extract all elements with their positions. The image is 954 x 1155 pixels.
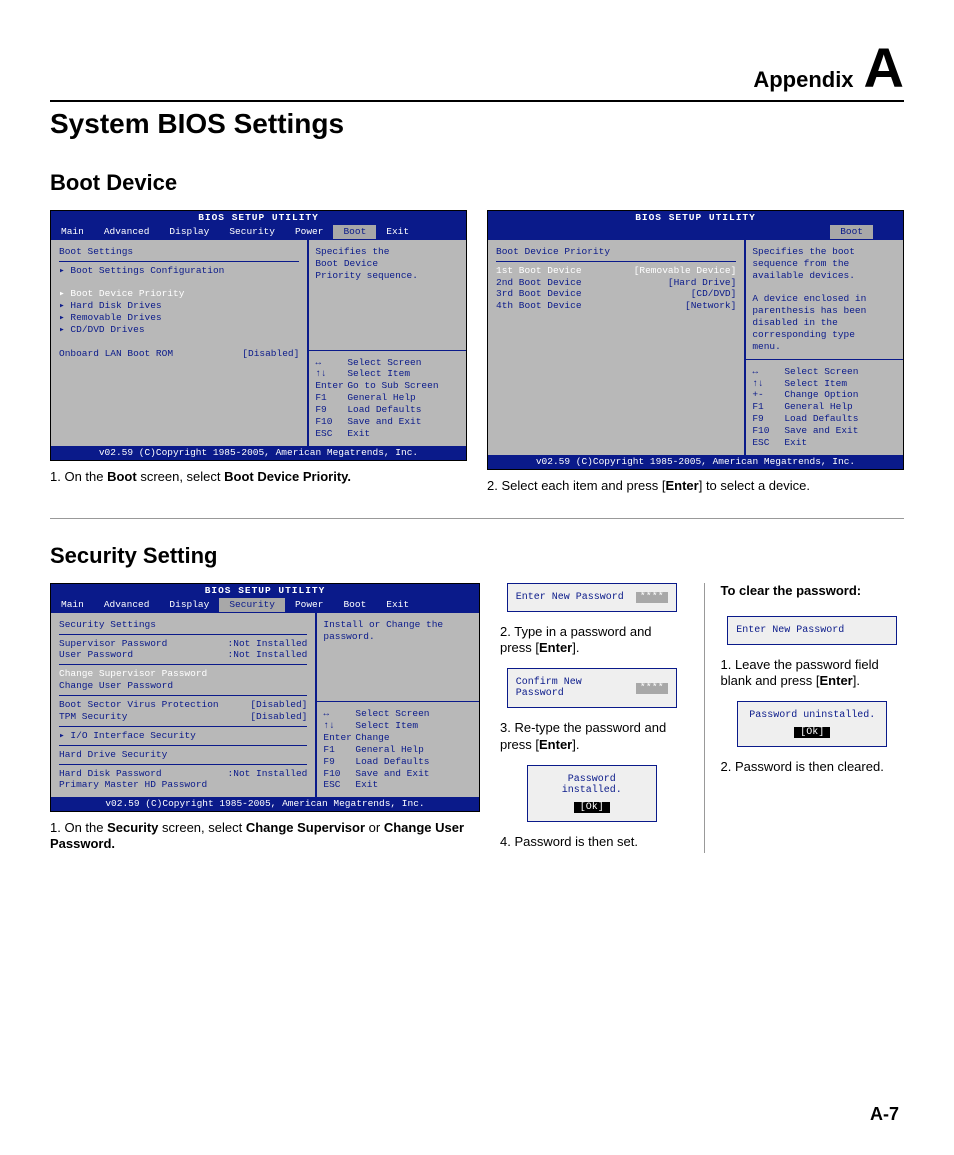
enter-new-password-box: Enter New Password **** — [507, 583, 677, 612]
bios-left-pane: Security Settings Supervisor Password:No… — [51, 612, 316, 798]
step-4: 4. Password is then set. — [500, 834, 684, 850]
boot-row-1: 1st Boot Device[Removable Device] — [496, 265, 736, 277]
step-3: 3. Re-type the password and press [Enter… — [500, 720, 684, 753]
bios-footer: v02.59 (C)Copyright 1985-2005, American … — [51, 446, 466, 460]
password-uninstalled-box: Password uninstalled. [Ok] — [737, 701, 887, 747]
item: ▸ Boot Settings Configuration — [59, 265, 299, 277]
boot-row-4: 4th Boot Device[Network] — [496, 300, 736, 312]
confirm-new-password-box: Confirm New Password **** — [507, 668, 677, 708]
caption-security: 1. On the Security screen, select Change… — [50, 820, 480, 853]
enter-new-password-box-blank: Enter New Password — [727, 616, 897, 645]
clear-step-2: 2. Password is then cleared. — [721, 759, 905, 775]
menu-boot-selected: Boot — [830, 225, 873, 239]
page-title: System BIOS Settings — [50, 108, 904, 140]
step-2: 2. Type in a password and press [Enter]. — [500, 624, 684, 657]
clear-password-heading: To clear the password: — [721, 583, 905, 598]
bios-help-text: Install or Change the password. — [317, 613, 479, 702]
menu-exit: Exit — [376, 225, 419, 239]
change-supervisor-pw: Change Supervisor Password — [59, 668, 307, 680]
boot-row-2: 2nd Boot Device[Hard Drive] — [496, 277, 736, 289]
bios-menu: Main Advanced Display Security Power Boo… — [51, 598, 479, 612]
page-header: Appendix A — [50, 40, 904, 102]
appendix-letter: A — [864, 40, 904, 96]
bios-footer: v02.59 (C)Copyright 1985-2005, American … — [51, 797, 479, 811]
bios-nav-help: ↔Select Screen ↑↓Select Item EnterGo to … — [309, 350, 466, 446]
bios-title: BIOS SETUP UTILITY — [51, 584, 479, 598]
section-label: Boot Settings — [59, 246, 299, 258]
section-label: Boot Device Priority — [496, 246, 736, 258]
page-number: A-7 — [870, 1104, 899, 1125]
password-installed-box: Password installed. [Ok] — [527, 765, 657, 822]
menu-security: Security — [219, 225, 285, 239]
bios-footer: v02.59 (C)Copyright 1985-2005, American … — [488, 455, 903, 469]
bios-security: BIOS SETUP UTILITY Main Advanced Display… — [50, 583, 480, 853]
bios-title: BIOS SETUP UTILITY — [51, 211, 466, 225]
password-field: **** — [636, 592, 668, 603]
password-field: **** — [636, 683, 668, 694]
section-label: Security Settings — [59, 619, 307, 631]
password-set-steps: Enter New Password **** 2. Type in a pas… — [500, 583, 684, 853]
password-clear-steps: To clear the password: Enter New Passwor… — [704, 583, 905, 853]
primary-master-hd: Primary Master HD Password — [59, 779, 307, 791]
menu-power: Power — [285, 225, 334, 239]
boot-row-3: 3rd Boot Device[CD/DVD] — [496, 288, 736, 300]
bios-menu: Boot — [488, 225, 903, 239]
clear-step-1: 1. Leave the password field blank and pr… — [721, 657, 905, 690]
menu-advanced: Advanced — [94, 225, 160, 239]
item: ▸ Removable Drives — [59, 312, 299, 324]
hd-security-label: Hard Drive Security — [59, 749, 307, 761]
user-pw: User Password:Not Installed — [59, 649, 307, 661]
section-heading-boot: Boot Device — [50, 170, 904, 196]
bios-boot-settings: BIOS SETUP UTILITY Main Advanced Display… — [50, 210, 467, 494]
item: ▸ CD/DVD Drives — [59, 324, 299, 336]
appendix-label: Appendix — [753, 67, 853, 93]
bios-boot-priority: BIOS SETUP UTILITY Boot Boot Device Prio… — [487, 210, 904, 494]
caption-boot-1: 1. On the Boot screen, select Boot Devic… — [50, 469, 467, 485]
menu-boot-selected: Boot — [333, 225, 376, 239]
supervisor-pw: Supervisor Password:Not Installed — [59, 638, 307, 650]
bios-help-text: Specifies the Boot Device Priority seque… — [309, 240, 466, 350]
bios-menu: Main Advanced Display Security Power Boo… — [51, 225, 466, 239]
change-user-pw: Change User Password — [59, 680, 307, 692]
menu-main: Main — [51, 225, 94, 239]
tpm-security: TPM Security[Disabled] — [59, 711, 307, 723]
boot-sector-virus: Boot Sector Virus Protection[Disabled] — [59, 699, 307, 711]
section-heading-security: Security Setting — [50, 543, 904, 569]
hd-password: Hard Disk Password:Not Installed — [59, 768, 307, 780]
bios-help-text: Specifies the boot sequence from the ava… — [746, 240, 903, 359]
bios-nav-help: ↔Select Screen ↑↓Select Item +-Change Op… — [746, 359, 903, 455]
ok-button: [Ok] — [794, 727, 830, 738]
item: ▸ Hard Disk Drives — [59, 300, 299, 312]
menu-display: Display — [159, 225, 219, 239]
bios-left-pane: Boot Device Priority 1st Boot Device[Rem… — [488, 239, 745, 455]
item-boot-device-priority: ▸ Boot Device Priority — [59, 288, 299, 300]
onboard-lan: Onboard LAN Boot ROM [Disabled] — [59, 348, 299, 360]
bios-title: BIOS SETUP UTILITY — [488, 211, 903, 225]
caption-boot-2: 2. Select each item and press [Enter] to… — [487, 478, 904, 494]
menu-security-selected: Security — [219, 598, 285, 612]
io-interface-security: ▸ I/O Interface Security — [59, 730, 307, 742]
bios-nav-help: ↔Select Screen ↑↓Select Item EnterChange… — [317, 701, 479, 797]
bios-left-pane: Boot Settings ▸ Boot Settings Configurat… — [51, 239, 308, 446]
ok-button: [Ok] — [574, 802, 610, 813]
